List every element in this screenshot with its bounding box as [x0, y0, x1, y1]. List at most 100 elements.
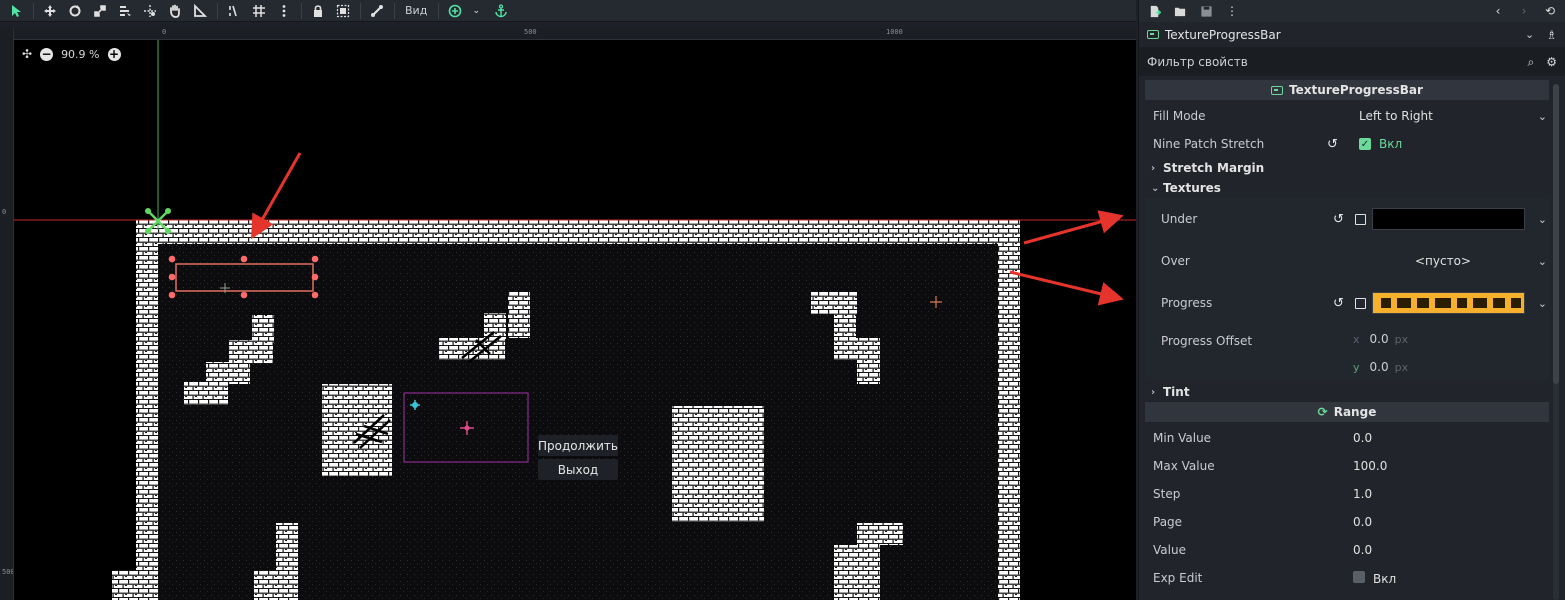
chevron-down-icon: ⌄	[1151, 182, 1160, 194]
lock-icon[interactable]	[308, 1, 328, 21]
pan-mode-icon[interactable]	[165, 1, 185, 21]
move-mode-icon[interactable]	[40, 1, 60, 21]
chevron-down-icon[interactable]: ⌄	[1538, 255, 1547, 268]
chevron-down-icon[interactable]: ⌄	[1538, 110, 1547, 123]
group-textures[interactable]: ⌄ Textures	[1145, 178, 1549, 198]
group-tint[interactable]: › Tint	[1145, 382, 1549, 402]
save-icon[interactable]	[1199, 4, 1213, 18]
property-label: Nine Patch Stretch	[1153, 137, 1265, 151]
inspector-scrollbar[interactable]	[1553, 84, 1559, 600]
center-view-icon[interactable]: ✣	[22, 47, 32, 61]
search-icon: ⌕	[1527, 54, 1535, 69]
zoom-out-icon[interactable]: −	[40, 47, 54, 61]
zoom-level[interactable]: 90.9 %	[61, 48, 99, 61]
back-icon[interactable]: ‹	[1491, 4, 1505, 18]
zoom-controls: ✣ − 90.9 % +	[22, 46, 121, 62]
revert-icon[interactable]: ↺	[1333, 296, 1344, 311]
property-page[interactable]: Page 0.0	[1145, 508, 1549, 536]
godot-editor: Вид ⌄ 0 500 1000 0 500 Продолжить Выход …	[0, 0, 1565, 600]
ruler-label: 0	[2, 208, 7, 216]
nine-patch-checkbox[interactable]: ✓ Вкл	[1359, 137, 1402, 151]
more-options-icon[interactable]: ⋮	[1225, 4, 1239, 18]
property-label: Progress	[1161, 296, 1213, 310]
skeleton-icon[interactable]	[367, 1, 387, 21]
texture-icon	[1355, 213, 1366, 225]
group-title: Stretch Margin	[1163, 161, 1265, 175]
axis-label: y	[1353, 360, 1360, 374]
property-max-value[interactable]: Max Value 100.0	[1145, 452, 1549, 480]
under-texture-preview[interactable]	[1372, 208, 1525, 230]
group-stretch-margin[interactable]: › Stretch Margin	[1145, 158, 1549, 178]
zoom-in-icon[interactable]: +	[107, 47, 121, 61]
ruler-label: 500	[2, 568, 14, 576]
property-filter[interactable]: Фильтр свойств ⌕ ⚙	[1139, 48, 1565, 76]
checkbox-checked-icon[interactable]: ✓	[1359, 138, 1371, 150]
new-resource-icon[interactable]	[1147, 4, 1161, 18]
offset-y-value[interactable]: 0.0	[1370, 360, 1389, 374]
scale-mode-icon[interactable]	[90, 1, 110, 21]
group-title: Textures	[1163, 181, 1221, 195]
exit-button[interactable]: Выход	[538, 459, 618, 480]
property-fill-mode[interactable]: Fill Mode Left to Right ⌄	[1145, 102, 1549, 130]
property-value[interactable]: 100.0	[1353, 459, 1387, 473]
property-over[interactable]: Over <пусто> ⌄	[1145, 240, 1549, 282]
chevron-down-icon[interactable]: ⌄	[1538, 297, 1547, 310]
texture-icon	[1355, 297, 1366, 309]
smart-snap-icon[interactable]	[224, 1, 244, 21]
offset-x-value[interactable]: 0.0	[1370, 332, 1389, 346]
exp-edit-checkbox[interactable]: Вкл	[1353, 570, 1396, 586]
forward-icon[interactable]: ›	[1517, 4, 1531, 18]
offset-y-field[interactable]: y 0.0 px	[1353, 360, 1408, 374]
property-label: Max Value	[1153, 459, 1215, 473]
selected-node-bar[interactable]: TextureProgressBar ⌄ ♗	[1139, 22, 1565, 48]
property-value[interactable]: Value 0.0	[1145, 536, 1549, 564]
property-progress[interactable]: Progress ↺ ⌄	[1145, 282, 1549, 324]
property-value[interactable]: 0.0	[1353, 431, 1372, 445]
property-min-value[interactable]: Min Value 0.0	[1145, 424, 1549, 452]
object-doc-icon[interactable]: ♗	[1546, 28, 1557, 42]
anchor-preset-icon[interactable]	[445, 1, 465, 21]
filter-settings-icon[interactable]: ⚙	[1546, 55, 1557, 69]
property-step[interactable]: Step 1.0	[1145, 480, 1549, 508]
select-mode-icon[interactable]	[6, 1, 26, 21]
property-filter-input[interactable]: Фильтр свойств	[1147, 55, 1528, 69]
toolbar-separator	[360, 2, 361, 19]
continue-button[interactable]: Продолжить	[538, 435, 618, 456]
anchor-icon[interactable]	[491, 1, 511, 21]
property-label: Value	[1153, 543, 1186, 557]
offset-x-field[interactable]: x 0.0 px	[1353, 332, 1408, 346]
list-select-icon[interactable]	[115, 1, 135, 21]
ruler-mode-icon[interactable]	[190, 1, 210, 21]
property-nine-patch-stretch[interactable]: Nine Patch Stretch ↺ ✓ Вкл	[1145, 130, 1549, 158]
property-value[interactable]: 1.0	[1353, 487, 1372, 501]
rotate-mode-icon[interactable]	[65, 1, 85, 21]
chevron-down-icon[interactable]: ⌄	[1525, 28, 1534, 41]
property-list: TextureProgressBar Fill Mode Left to Rig…	[1145, 80, 1549, 600]
open-folder-icon[interactable]	[1173, 4, 1187, 18]
progress-texture-preview[interactable]	[1372, 292, 1525, 314]
history-icon[interactable]: ⟲	[1543, 4, 1557, 18]
property-progress-offset[interactable]: Progress Offset x 0.0 px y 0.0 px	[1145, 324, 1549, 380]
grid-snap-icon[interactable]	[249, 1, 269, 21]
category-title: TextureProgressBar	[1289, 83, 1423, 97]
property-value[interactable]: 0.0	[1353, 543, 1372, 557]
category-header: TextureProgressBar	[1145, 80, 1549, 100]
checkbox-unchecked-icon[interactable]	[1353, 570, 1365, 583]
group-icon[interactable]	[333, 1, 353, 21]
view-menu[interactable]: Вид	[401, 1, 431, 21]
chevron-down-icon[interactable]: ⌄	[1538, 213, 1547, 226]
snap-options-icon[interactable]	[274, 1, 294, 21]
pivot-mode-icon[interactable]	[140, 1, 160, 21]
texture-progress-bar-icon	[1147, 30, 1159, 39]
revert-icon[interactable]: ↺	[1333, 212, 1344, 227]
viewport-canvas[interactable]: Продолжить Выход	[14, 40, 1136, 600]
chevron-down-icon[interactable]: ⌄	[466, 1, 486, 21]
revert-icon[interactable]: ↺	[1327, 137, 1338, 152]
fill-mode-select[interactable]: Left to Right	[1359, 109, 1433, 123]
over-texture-empty[interactable]: <пусто>	[1415, 254, 1471, 268]
toolbar-separator	[33, 2, 34, 19]
property-under[interactable]: Under ↺ ⌄	[1145, 198, 1549, 240]
property-value[interactable]: 0.0	[1353, 515, 1372, 529]
property-exp-edit[interactable]: Exp Edit Вкл	[1145, 564, 1549, 592]
scrollbar-thumb[interactable]	[1553, 84, 1559, 384]
